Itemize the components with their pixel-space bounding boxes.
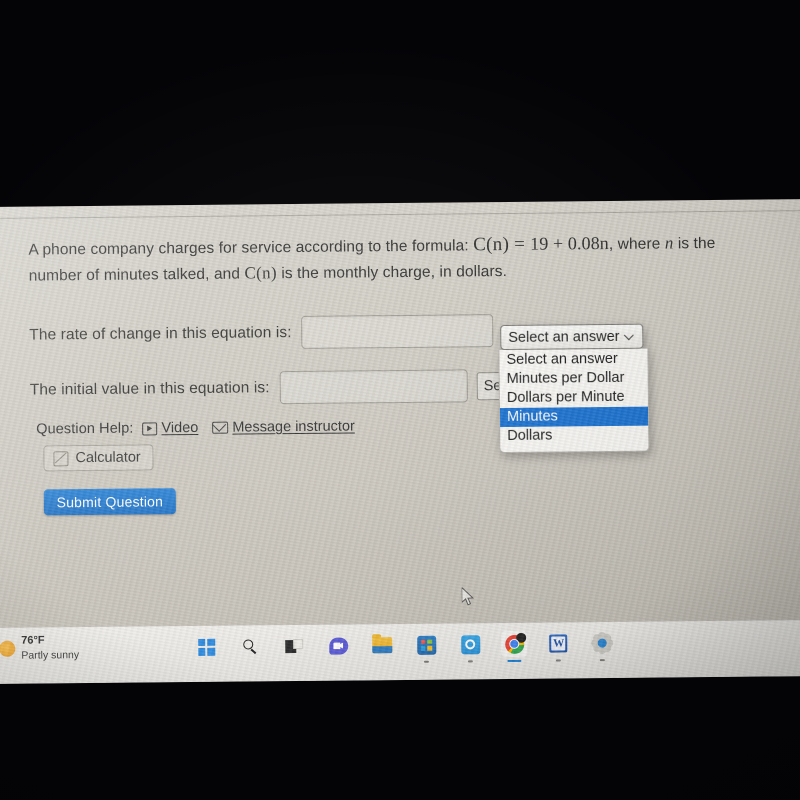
chrome-button[interactable] bbox=[501, 630, 528, 658]
windows-start-icon bbox=[197, 638, 215, 656]
function-cn: C(n) bbox=[244, 263, 277, 283]
rate-unit-dropdown-value: Select an answer bbox=[508, 328, 620, 346]
dropdown-option[interactable]: Select an answer bbox=[499, 350, 647, 370]
task-view-icon bbox=[284, 638, 304, 653]
screen-area: A phone company charges for service acco… bbox=[0, 199, 800, 684]
quiz-page: A phone company charges for service acco… bbox=[0, 199, 800, 684]
chat-icon bbox=[328, 637, 348, 655]
chevron-down-icon bbox=[624, 331, 635, 342]
initial-value-label: The initial value in this equation is: bbox=[29, 378, 270, 399]
word-button[interactable]: W bbox=[545, 630, 571, 656]
rate-unit-dropdown-button[interactable]: Select an answer bbox=[500, 323, 644, 351]
question-statement: A phone company charges for service acco… bbox=[28, 229, 768, 288]
initial-value-input[interactable] bbox=[279, 369, 468, 405]
weather-condition: Partly sunny bbox=[21, 649, 80, 662]
partly-sunny-icon bbox=[0, 640, 16, 657]
initial-value-row: The initial value in this equation is: S… bbox=[30, 369, 517, 407]
chat-button[interactable] bbox=[325, 632, 351, 658]
submit-question-label: Submit Question bbox=[56, 493, 164, 511]
message-instructor-link[interactable]: Message instructor bbox=[212, 418, 355, 436]
formula-equals: = bbox=[514, 233, 526, 255]
task-view-button[interactable] bbox=[281, 633, 307, 659]
search-button[interactable] bbox=[237, 633, 263, 659]
question-text-end: is the monthly charge, in dollars. bbox=[276, 262, 508, 283]
cortana-button[interactable] bbox=[457, 631, 483, 657]
envelope-icon bbox=[212, 421, 229, 434]
word-icon: W bbox=[549, 634, 568, 653]
dropdown-option-selected[interactable]: Minutes bbox=[499, 406, 649, 428]
file-explorer-button[interactable] bbox=[369, 632, 395, 658]
rate-unit-dropdown: Select an answer Select an answer Minute… bbox=[498, 323, 650, 454]
calculator-button-label: Calculator bbox=[75, 449, 141, 467]
calculator-button[interactable]: Calculator bbox=[43, 444, 154, 472]
dropdown-option[interactable]: Dollars per Minute bbox=[500, 388, 648, 408]
windows-taskbar: 76°F Partly sunny W W bbox=[0, 620, 800, 684]
message-instructor-link-label: Message instructor bbox=[232, 418, 355, 436]
question-text-mid: , where bbox=[608, 235, 665, 253]
formula-function: C(n) bbox=[473, 233, 510, 256]
question-text-lead: A phone company charges for service acco… bbox=[28, 237, 474, 259]
variable-n: n bbox=[664, 233, 674, 253]
mouse-pointer-icon bbox=[461, 587, 474, 606]
weather-temperature: 76°F bbox=[21, 634, 45, 647]
settings-button[interactable] bbox=[589, 630, 615, 656]
calculator-icon bbox=[53, 450, 69, 466]
weather-text: 76°F Partly sunny bbox=[21, 634, 79, 663]
rate-of-change-row: The rate of change in this equation is: bbox=[29, 314, 494, 351]
weather-widget[interactable]: 76°F Partly sunny bbox=[0, 634, 79, 663]
dropdown-option[interactable]: Minutes per Dollar bbox=[500, 369, 648, 389]
play-icon bbox=[142, 421, 158, 435]
formula-expression: 19 + 0.08n bbox=[530, 232, 609, 254]
start-button[interactable] bbox=[193, 634, 219, 660]
question-help-row: Question Help: Video Message instructor bbox=[36, 418, 369, 437]
submit-question-button[interactable]: Submit Question bbox=[43, 488, 176, 516]
folder-icon bbox=[372, 637, 393, 654]
rate-unit-dropdown-list: Select an answer Minutes per Dollar Doll… bbox=[498, 347, 650, 454]
video-help-link[interactable]: Video bbox=[142, 420, 198, 437]
microsoft-store-button[interactable] bbox=[413, 632, 439, 658]
cortana-circle-icon bbox=[460, 634, 480, 654]
chrome-badge-icon bbox=[515, 632, 526, 643]
video-help-link-label: Video bbox=[161, 419, 199, 437]
search-icon bbox=[243, 639, 258, 654]
rate-of-change-label: The rate of change in this equation is: bbox=[29, 323, 292, 344]
laptop-screen-photo: A phone company charges for service acco… bbox=[0, 0, 800, 800]
rate-of-change-input[interactable] bbox=[301, 314, 494, 349]
store-icon bbox=[416, 635, 436, 655]
gear-icon bbox=[593, 633, 612, 652]
taskbar-icon-tray: W bbox=[193, 630, 615, 660]
dropdown-option[interactable]: Dollars bbox=[500, 426, 648, 446]
question-help-label: Question Help: bbox=[36, 420, 134, 438]
chrome-icon bbox=[504, 632, 526, 654]
